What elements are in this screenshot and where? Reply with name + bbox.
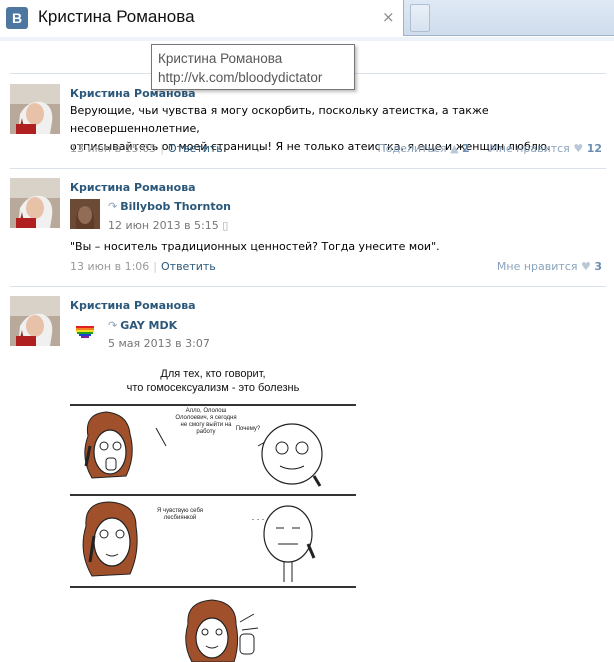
link-tooltip: Кристина Романова http://vk.com/bloodydi…: [151, 44, 355, 90]
author-avatar[interactable]: [10, 178, 60, 228]
author-avatar[interactable]: [10, 296, 60, 346]
like-button[interactable]: Мне нравится ♥ 3: [497, 260, 602, 273]
comic-panel-border: [70, 586, 356, 588]
comic-bubble: Я чувствую себя лесбиянкой: [156, 508, 204, 521]
vk-logo-icon: В: [6, 7, 28, 29]
post-meta: 13 июн в 1:06 | Ответить: [70, 260, 216, 273]
new-tab-button[interactable]: [410, 4, 430, 32]
post-actions: Поделиться ▲ 2 Мне нравится ♥ 12: [361, 142, 602, 155]
like-button[interactable]: Мне нравится ♥ 12: [489, 142, 602, 155]
tooltip-title: Кристина Романова: [158, 51, 283, 66]
share-count: 2: [462, 142, 470, 155]
feed-divider: [10, 286, 606, 287]
browser-tab-strip: В Кристина Романова ×: [0, 0, 614, 36]
post-date[interactable]: 13 июн в 1:06: [70, 260, 149, 273]
like-label: Мне нравится: [489, 142, 570, 155]
tab-title: Кристина Романова: [38, 7, 195, 26]
repost-date-text[interactable]: 12 июн 2013 в 5:15: [108, 219, 219, 232]
comic-bubble: Алло, Ололош Ололоевич, я сегодня не смо…: [175, 408, 237, 435]
author-name[interactable]: Кристина Романова: [70, 181, 196, 194]
repost-source-name: GAY MDK: [120, 319, 178, 332]
repost-avatar[interactable]: [70, 316, 100, 346]
share-button[interactable]: Поделиться ▲ 2: [377, 142, 473, 155]
heart-icon: ♥: [573, 142, 584, 155]
author-name[interactable]: Кристина Романова: [70, 299, 196, 312]
repost-source[interactable]: ↷ Billybob Thornton: [108, 200, 231, 213]
browser-tab[interactable]: В Кристина Романова ×: [0, 0, 404, 36]
megaphone-icon: ▲: [450, 142, 459, 155]
repost-date[interactable]: 5 мая 2013 в 3:07: [108, 337, 210, 350]
comic-bubble: Почему?: [235, 426, 261, 432]
comic-bubble: . . .: [251, 512, 265, 522]
comic-caption-line: что гомосексуализм - это болезнь: [126, 382, 300, 394]
feed-divider: [10, 168, 606, 169]
post-meta: 13 июн в 15:05 | Ответить: [70, 142, 223, 155]
tooltip-url: http://vk.com/bloodydictator: [158, 70, 323, 85]
phone-icon: ▯: [222, 219, 229, 232]
post-text-line: Верующие, чьи чувства я могу оскорбить, …: [70, 104, 489, 135]
like-label: Мне нравится: [496, 260, 578, 273]
post-actions: Мне нравится ♥ 3: [481, 260, 602, 273]
repost-avatar[interactable]: [70, 199, 100, 229]
like-count: 12: [586, 142, 602, 155]
repost-source-name: Billybob Thornton: [120, 200, 232, 213]
post-text: "Вы – носитель традиционных ценностей? Т…: [70, 240, 440, 253]
comic-caption-line: Для тех, кто говорит,: [160, 368, 266, 380]
repost-date: 12 июн 2013 в 5:15 ▯: [108, 219, 228, 232]
repost-arrow-icon: ↷: [108, 319, 118, 332]
comic-panel-3: [185, 599, 259, 662]
comic-caption: Для тех, кто говорит, что гомосексуализм…: [70, 367, 356, 395]
like-count: 3: [594, 260, 602, 273]
reply-link[interactable]: Ответить: [161, 260, 216, 273]
post-image-comic[interactable]: Для тех, кто говорит, что гомосексуализм…: [70, 362, 356, 662]
reply-link[interactable]: Ответить: [168, 142, 223, 155]
heart-icon: ♥: [580, 260, 591, 273]
toolbar-strip: [0, 37, 614, 41]
author-avatar[interactable]: [10, 84, 60, 134]
repost-source[interactable]: ↷ GAY MDK: [108, 319, 177, 332]
share-label: Поделиться: [377, 142, 447, 155]
close-icon[interactable]: ×: [382, 8, 395, 26]
repost-arrow-icon: ↷: [108, 200, 118, 213]
post-date[interactable]: 13 июн в 15:05: [70, 142, 156, 155]
